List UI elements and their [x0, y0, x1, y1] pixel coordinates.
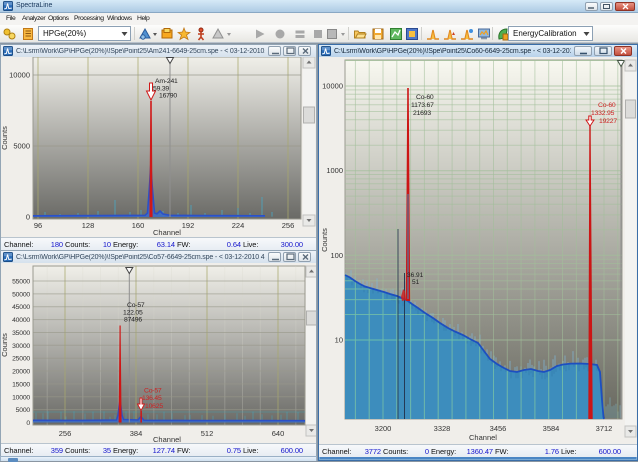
svg-text:160: 160: [132, 221, 145, 230]
svg-text:10: 10: [335, 336, 343, 345]
svg-text:384: 384: [130, 429, 143, 438]
svg-text:96: 96: [34, 221, 42, 230]
svg-text:Co-60: Co-60: [416, 94, 434, 101]
svg-text:3456: 3456: [490, 424, 507, 433]
svg-text:1000: 1000: [326, 166, 343, 175]
svg-text:1332.95: 1332.95: [591, 110, 615, 117]
svg-text:256: 256: [282, 221, 295, 230]
svg-text:Channel: Channel: [469, 433, 497, 442]
svg-text:16790: 16790: [159, 93, 177, 100]
svg-text:224: 224: [232, 221, 245, 230]
svg-text:5000: 5000: [16, 407, 31, 414]
svg-text:Co-60: Co-60: [598, 102, 616, 109]
svg-text:1173.67: 1173.67: [411, 102, 434, 109]
svg-text:Counts: Counts: [1, 126, 9, 150]
svg-text:5000: 5000: [13, 142, 30, 151]
svg-text:0: 0: [26, 420, 30, 427]
svg-text:512: 512: [201, 429, 214, 438]
svg-text:3200: 3200: [375, 424, 392, 433]
svg-text:Counts: Counts: [320, 228, 329, 252]
svg-text:640: 640: [272, 429, 285, 438]
svg-text:10000: 10000: [12, 394, 30, 401]
svg-text:3712: 3712: [596, 424, 613, 433]
svg-text:10000: 10000: [9, 71, 30, 80]
svg-text:87496: 87496: [124, 317, 142, 324]
svg-text:10000: 10000: [322, 82, 343, 91]
svg-text:51: 51: [412, 279, 420, 286]
svg-text:15000: 15000: [12, 381, 30, 388]
svg-text:Co-57: Co-57: [144, 388, 162, 395]
svg-text:122.05: 122.05: [123, 310, 143, 317]
svg-text:21693: 21693: [413, 110, 431, 117]
svg-text:256: 256: [59, 429, 72, 438]
svg-text:192: 192: [182, 221, 195, 230]
svg-text:50000: 50000: [12, 291, 30, 298]
svg-text:128: 128: [82, 221, 95, 230]
svg-text:Counts: Counts: [1, 333, 9, 357]
svg-text:55000: 55000: [12, 279, 30, 286]
svg-text:36.91: 36.91: [407, 272, 424, 279]
svg-text:Co-57: Co-57: [127, 302, 145, 309]
svg-text:3584: 3584: [543, 424, 560, 433]
svg-text:40000: 40000: [12, 317, 30, 324]
svg-text:10625: 10625: [145, 403, 163, 410]
svg-text:Channel: Channel: [153, 228, 181, 237]
svg-text:0: 0: [26, 213, 30, 222]
svg-text:25000: 25000: [12, 356, 30, 363]
svg-text:3328: 3328: [434, 424, 451, 433]
svg-text:59.39: 59.39: [153, 86, 169, 93]
svg-text:30000: 30000: [12, 343, 30, 350]
svg-text:45000: 45000: [12, 304, 30, 311]
svg-text:100: 100: [330, 251, 343, 260]
svg-text:35000: 35000: [12, 330, 30, 337]
svg-text:20000: 20000: [12, 369, 30, 376]
svg-text:19227: 19227: [599, 118, 617, 125]
svg-text:Am-241: Am-241: [155, 78, 178, 85]
svg-text:136.45: 136.45: [142, 395, 162, 402]
